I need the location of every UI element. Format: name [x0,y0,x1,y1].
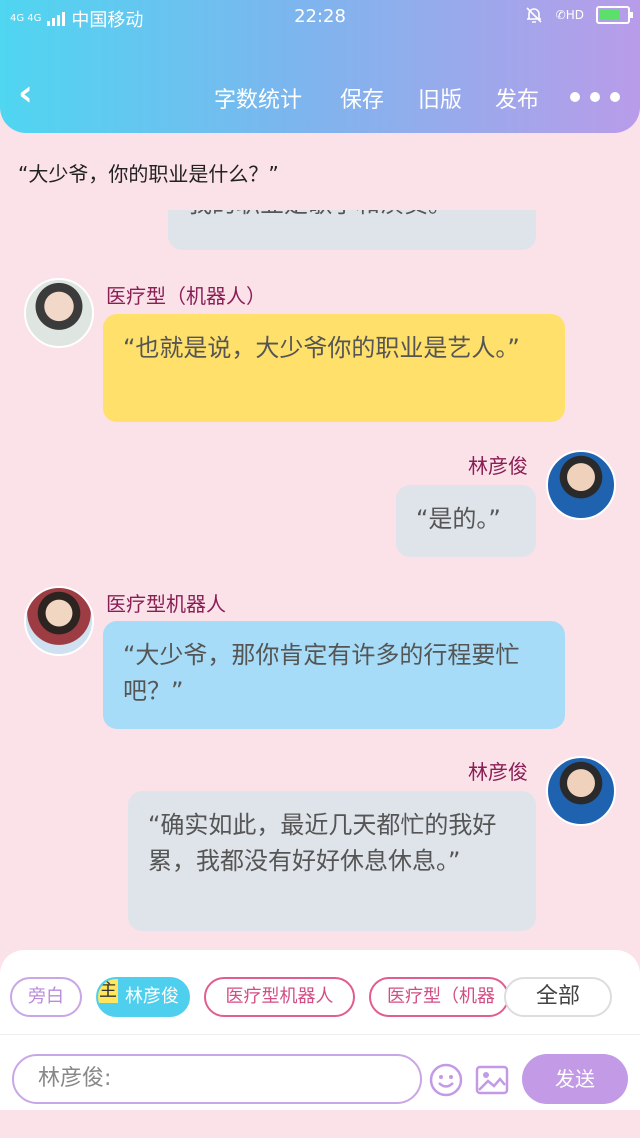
message-text: “也就是说，大少爷你的职业是艺人。” [123,334,520,362]
message-text: 我的职业是歌手和演员。 [188,210,452,218]
send-button[interactable]: 发送 [522,1054,628,1104]
call-hd-icon: ✆HD [555,8,584,22]
emoji-icon[interactable] [428,1062,464,1098]
main-tag: 主 [98,979,118,1003]
status-right: ✆HD [524,5,633,25]
bell-muted-icon [526,7,542,23]
message-bubble[interactable]: “大少爷，那你肯定有许多的行程要忙吧？” [103,621,565,729]
divider [0,1034,640,1035]
nav-bar: ‹ 字数统计 保存 旧版 发布 [0,68,640,124]
message-bubble[interactable]: “确实如此，最近几天都忙的我好累，我都没有好好休息休息。” [128,791,536,931]
message-bubble[interactable]: “是的。” [396,485,536,557]
bottom-strip [0,1110,640,1138]
word-count-button[interactable]: 字数统计 [214,82,302,114]
more-dots-icon[interactable] [570,92,620,102]
speaker-name: 医疗型（机器人） [106,284,266,308]
role-chip-medical-robot-2[interactable]: 医疗型（机器 [369,977,509,1017]
battery-icon [596,6,633,24]
speaker-name: 林彦俊 [468,760,528,784]
message-text: “确实如此，最近几天都忙的我好累，我都没有好好休息休息。” [148,811,497,875]
speaker-name: 医疗型机器人 [106,592,226,616]
hd-label: HD [565,8,584,22]
back-arrow-icon[interactable]: ‹ [18,76,33,112]
role-chip-medical-robot[interactable]: 医疗型机器人 [204,977,355,1017]
status-bar: 4G 4G 中国移动 22:28 ✆HD [0,0,640,34]
avatar[interactable] [546,756,616,826]
composer-panel: 旁白 主 林彦俊 医疗型机器人 医疗型（机器 全部 林彦俊: 发送 [0,950,640,1110]
message-input[interactable]: 林彦俊: [12,1054,422,1104]
save-button[interactable]: 保存 [340,82,384,114]
avatar[interactable] [546,450,616,520]
role-chip-narration[interactable]: 旁白 [10,977,82,1017]
message-bubble[interactable]: “也就是说，大少爷你的职业是艺人。” [103,314,565,422]
message-text: “大少爷，那你肯定有许多的行程要忙吧？” [123,641,520,705]
chat-area: 我的职业是歌手和演员。 医疗型（机器人） “也就是说，大少爷你的职业是艺人。” … [0,210,640,950]
role-chip-label: 林彦俊 [125,986,179,1007]
avatar[interactable] [24,278,94,348]
message-text: “是的。” [416,505,501,533]
role-chip-all[interactable]: 全部 [504,977,612,1017]
image-icon[interactable] [474,1062,510,1098]
avatar[interactable] [24,586,94,656]
role-chip-main[interactable]: 主 林彦俊 [96,977,190,1017]
publish-button[interactable]: 发布 [495,82,539,114]
old-version-button[interactable]: 旧版 [418,82,462,114]
message-bubble[interactable]: 我的职业是歌手和演员。 [168,210,536,250]
top-header: 4G 4G 中国移动 22:28 ✆HD ‹ 字数统计 保存 旧版 发布 [0,0,640,133]
current-quote: “大少爷，你的职业是什么？” [18,162,279,186]
speaker-name: 林彦俊 [468,454,528,478]
